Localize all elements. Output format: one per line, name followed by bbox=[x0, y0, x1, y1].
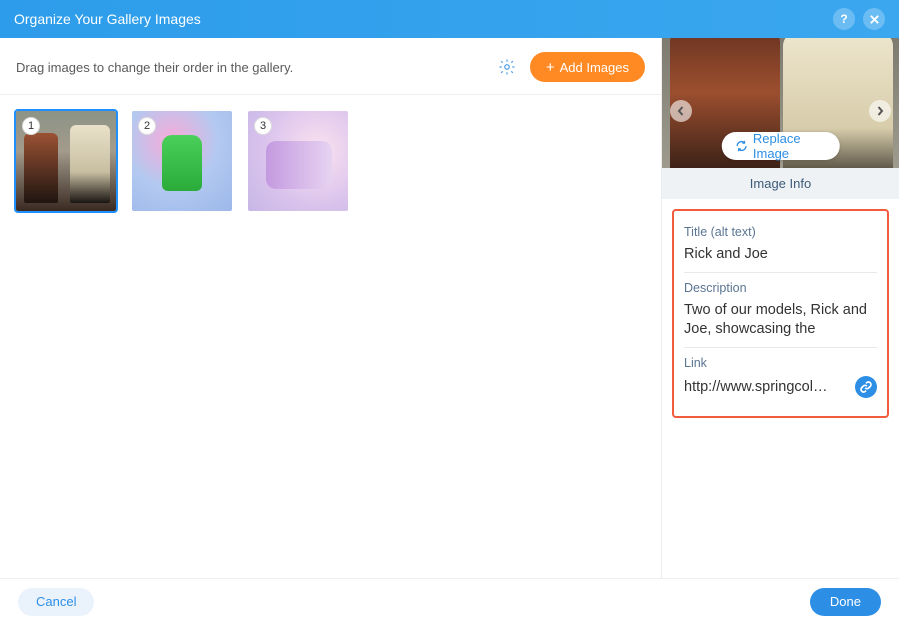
description-label: Description bbox=[684, 281, 877, 295]
replace-image-label: Replace Image bbox=[753, 131, 826, 161]
thumbnail[interactable]: 1 bbox=[16, 111, 116, 211]
preview-prev-button[interactable] bbox=[670, 100, 692, 122]
add-images-button[interactable]: + Add Images bbox=[530, 52, 645, 82]
done-label: Done bbox=[830, 594, 861, 609]
link-edit-button[interactable] bbox=[855, 376, 877, 398]
description-field[interactable]: Description Two of our models, Rick and … bbox=[684, 272, 877, 347]
preview-next-button[interactable] bbox=[869, 100, 891, 122]
thumbnail[interactable]: 2 bbox=[132, 111, 232, 211]
thumbnail[interactable]: 3 bbox=[248, 111, 348, 211]
help-icon: ? bbox=[840, 12, 847, 26]
dialog-header: Organize Your Gallery Images ? bbox=[0, 0, 899, 38]
title-value: Rick and Joe bbox=[684, 245, 877, 264]
link-label: Link bbox=[684, 356, 877, 370]
plus-icon: + bbox=[546, 60, 555, 75]
done-button[interactable]: Done bbox=[810, 588, 881, 616]
link-field[interactable]: Link http://www.springcol… bbox=[684, 347, 877, 406]
description-value: Two of our models, Rick and Joe, showcas… bbox=[684, 301, 877, 339]
settings-button[interactable] bbox=[498, 58, 516, 76]
chevron-right-icon bbox=[875, 106, 885, 116]
thumbnail-number: 1 bbox=[22, 117, 40, 135]
title-field[interactable]: Title (alt text) Rick and Joe bbox=[684, 217, 877, 272]
instruction-text: Drag images to change their order in the… bbox=[16, 60, 498, 75]
link-value: http://www.springcol… bbox=[684, 379, 847, 395]
thumbnail-number: 3 bbox=[254, 117, 272, 135]
chevron-left-icon bbox=[676, 106, 686, 116]
refresh-icon bbox=[735, 139, 747, 153]
cancel-button[interactable]: Cancel bbox=[18, 588, 94, 616]
title-label: Title (alt text) bbox=[684, 225, 877, 239]
close-button[interactable] bbox=[863, 8, 885, 30]
main-area: Drag images to change their order in the… bbox=[0, 38, 899, 578]
thumbnail-list: 1 2 3 bbox=[0, 95, 661, 227]
thumbnail-number: 2 bbox=[138, 117, 156, 135]
link-row: http://www.springcol… bbox=[684, 376, 877, 398]
cancel-label: Cancel bbox=[36, 594, 76, 609]
replace-image-button[interactable]: Replace Image bbox=[721, 132, 840, 160]
details-pane: Replace Image Image Info Title (alt text… bbox=[662, 38, 899, 578]
gallery-pane: Drag images to change their order in the… bbox=[0, 38, 662, 578]
dialog-footer: Cancel Done bbox=[0, 578, 899, 624]
link-icon bbox=[860, 381, 872, 393]
image-info-panel: Title (alt text) Rick and Joe Descriptio… bbox=[672, 209, 889, 418]
gear-icon bbox=[498, 58, 516, 76]
dialog-title: Organize Your Gallery Images bbox=[14, 11, 825, 27]
image-preview: Replace Image bbox=[662, 38, 899, 168]
image-info-header: Image Info bbox=[662, 168, 899, 199]
gallery-toolbar: Drag images to change their order in the… bbox=[0, 38, 661, 95]
add-images-label: Add Images bbox=[560, 60, 629, 75]
help-button[interactable]: ? bbox=[833, 8, 855, 30]
close-icon bbox=[869, 14, 880, 25]
